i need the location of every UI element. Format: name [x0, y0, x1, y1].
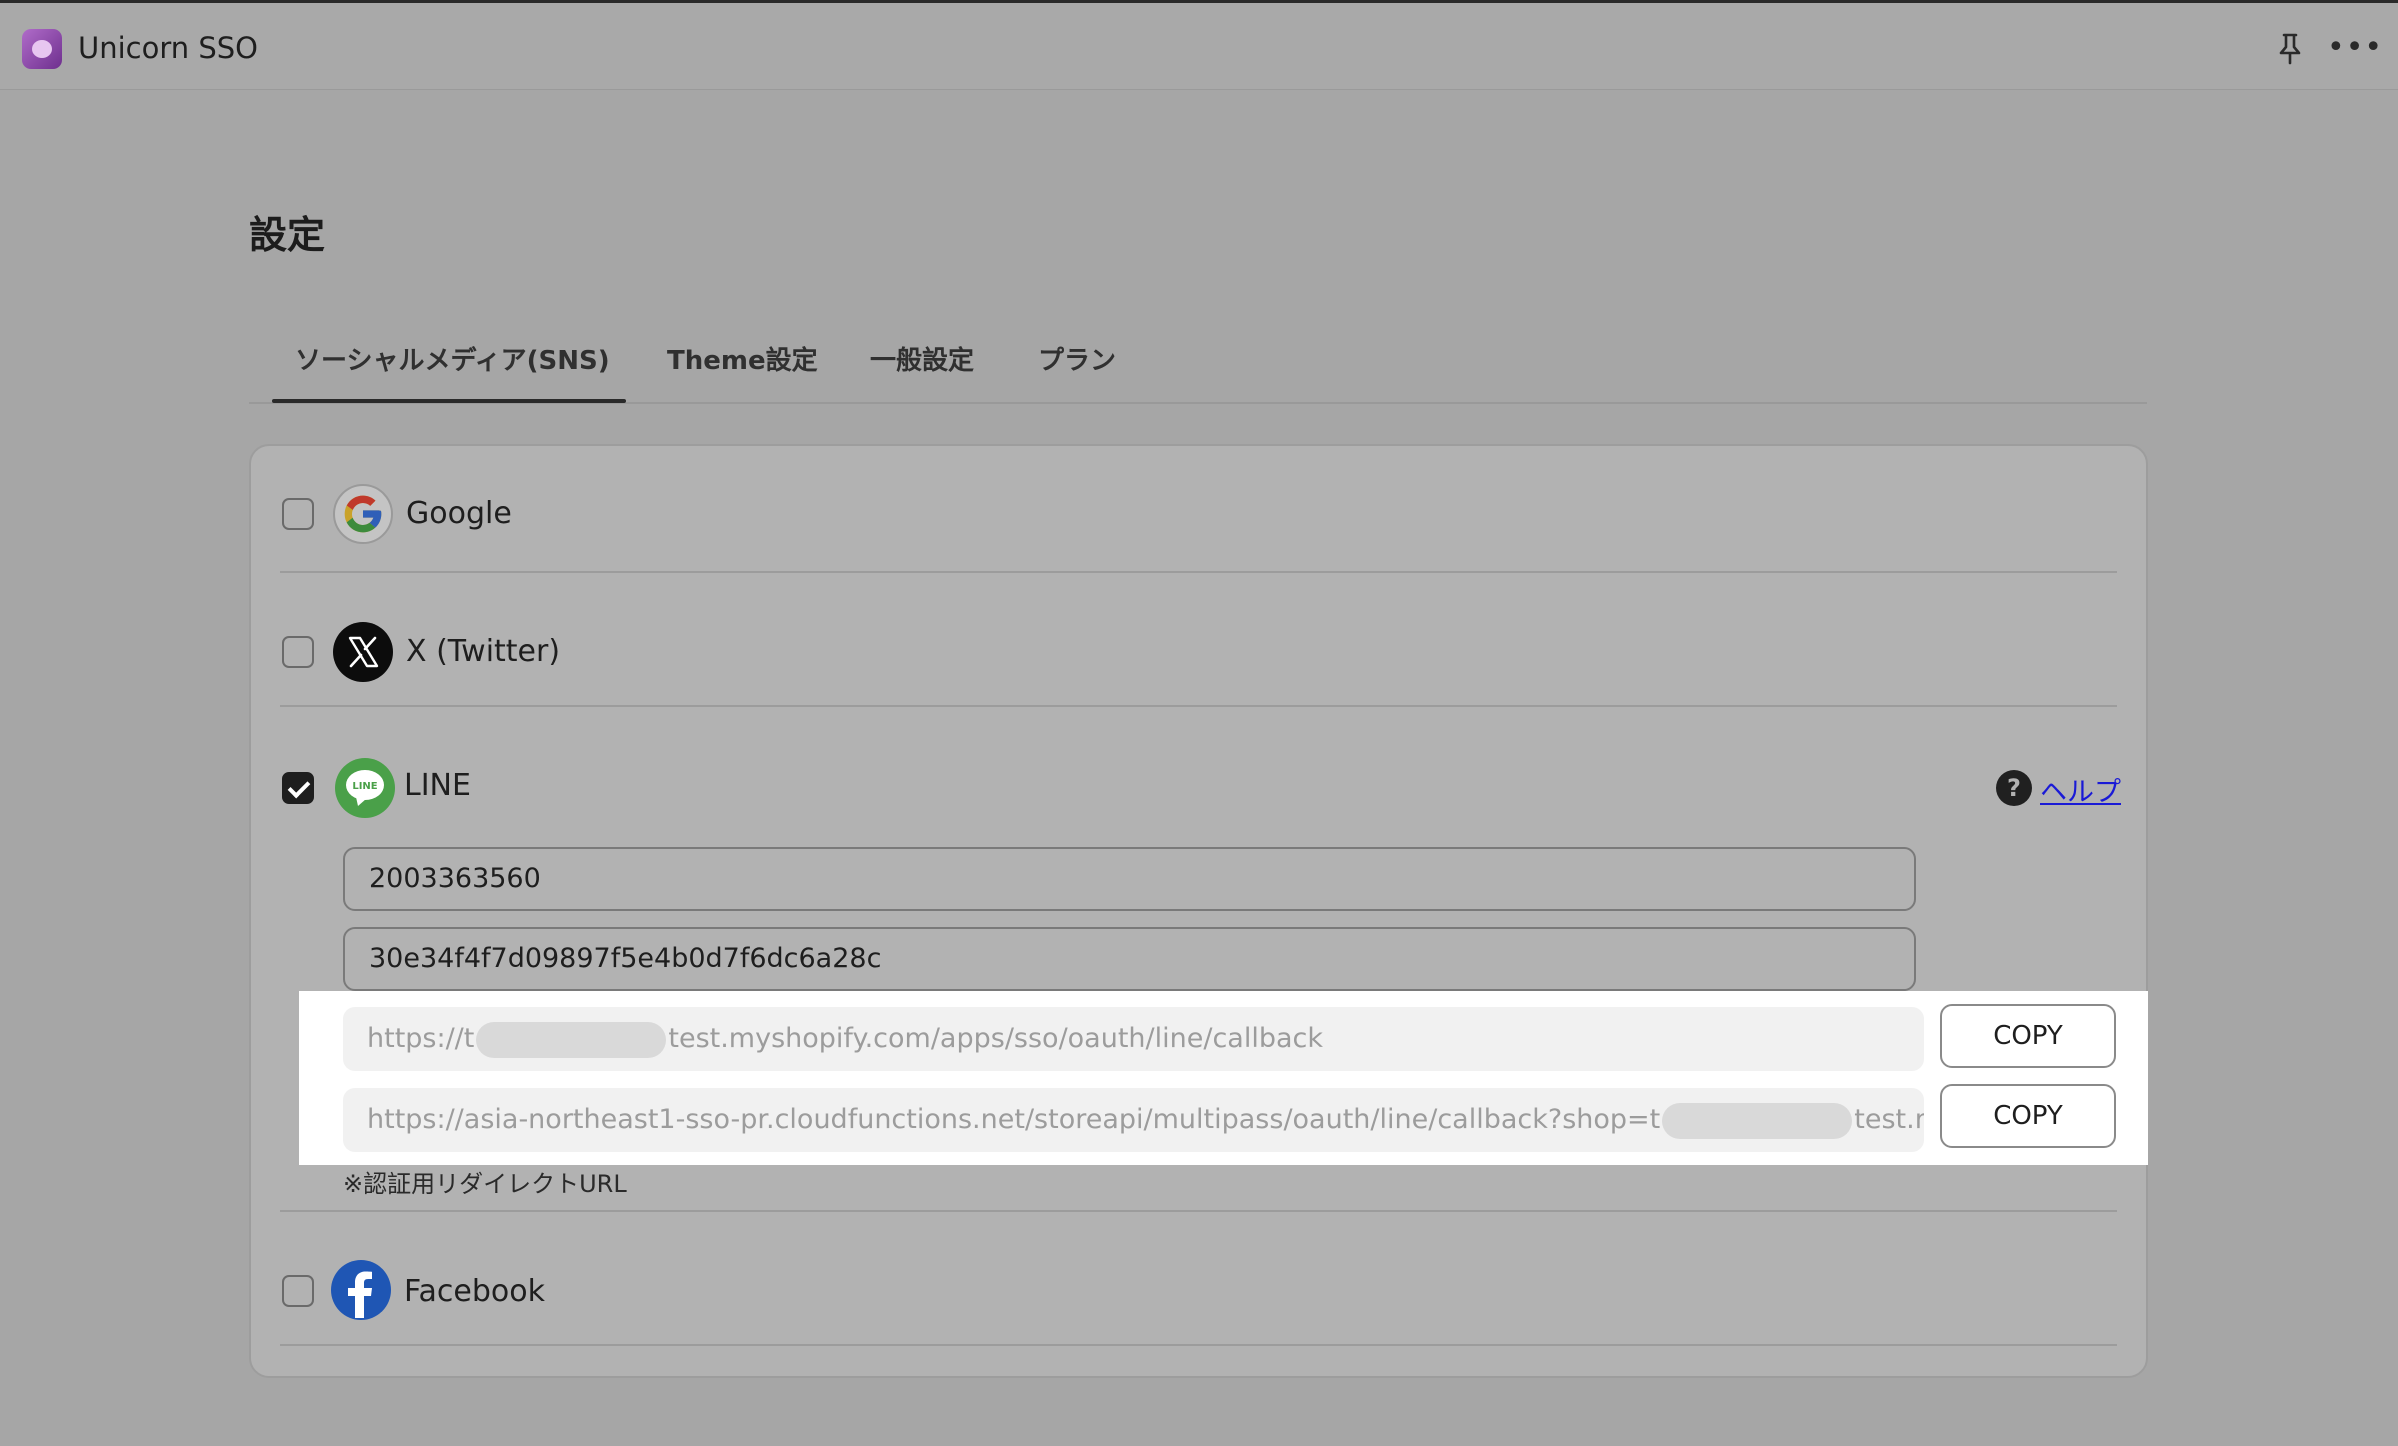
- google-label: Google: [406, 496, 512, 531]
- line-label: LINE: [404, 768, 471, 803]
- line-icon: LINE: [335, 758, 395, 818]
- tab-theme-settings[interactable]: Theme設定: [667, 340, 818, 377]
- copy-button[interactable]: COPY: [1940, 1084, 2116, 1148]
- top-bar: Unicorn SSO •••: [0, 0, 2398, 90]
- facebook-icon: [331, 1260, 391, 1320]
- facebook-label: Facebook: [404, 1274, 545, 1309]
- divider: [280, 1210, 2117, 1212]
- x-icon: [333, 622, 393, 682]
- multipass-url-suffix: test.myshopif: [1854, 1104, 1924, 1135]
- tab-sns[interactable]: ソーシャルメディア(SNS): [295, 340, 610, 377]
- callback-url-field[interactable]: https://t test.myshopify.com/apps/sso/oau…: [343, 1007, 1924, 1071]
- x-twitter-checkbox[interactable]: [282, 636, 314, 668]
- line-checkbox[interactable]: [282, 772, 314, 804]
- callback-url-prefix: https://t: [367, 1023, 475, 1054]
- app-logo-icon: [22, 29, 62, 69]
- x-twitter-label: X (Twitter): [406, 634, 561, 669]
- page-title: 設定: [249, 213, 326, 257]
- app-title: Unicorn SSO: [78, 31, 259, 65]
- divider: [280, 1344, 2117, 1346]
- divider: [280, 571, 2117, 573]
- multipass-url-prefix: https://asia-northeast1-sso-pr.cloudfunc…: [367, 1104, 1661, 1135]
- copy-button[interactable]: COPY: [1940, 1004, 2116, 1068]
- help-link[interactable]: ヘルプ: [2040, 770, 2121, 809]
- redacted-block: [1662, 1102, 1853, 1139]
- callback-url-suffix: test.myshopify.com/apps/sso/oauth/line/c…: [668, 1023, 1324, 1054]
- sns-settings-card: [249, 444, 2148, 1378]
- svg-text:LINE: LINE: [352, 781, 377, 792]
- multipass-callback-url-field[interactable]: https://asia-northeast1-sso-pr.cloudfunc…: [343, 1088, 1924, 1152]
- help-icon[interactable]: ?: [1996, 770, 2032, 806]
- google-icon: [333, 484, 393, 544]
- google-checkbox[interactable]: [282, 498, 314, 530]
- active-tab-indicator: [272, 399, 626, 403]
- tab-bar: ソーシャルメディア(SNS) Theme設定 一般設定 プラン: [249, 330, 2147, 404]
- tab-plan[interactable]: プラン: [1038, 340, 1116, 377]
- channel-secret-field[interactable]: 30e34f4f7d09897f5e4b0d7f6dc6a28c: [343, 927, 1916, 991]
- divider: [280, 705, 2117, 707]
- redirect-url-note: ※認証用リダイレクトURL: [343, 1170, 627, 1198]
- redacted-block: [476, 1021, 667, 1058]
- channel-id-field[interactable]: 2003363560: [343, 847, 1916, 911]
- tab-general-settings[interactable]: 一般設定: [870, 340, 974, 377]
- pin-icon[interactable]: [2275, 31, 2305, 67]
- more-options-icon[interactable]: •••: [2327, 33, 2382, 63]
- facebook-checkbox[interactable]: [282, 1275, 314, 1307]
